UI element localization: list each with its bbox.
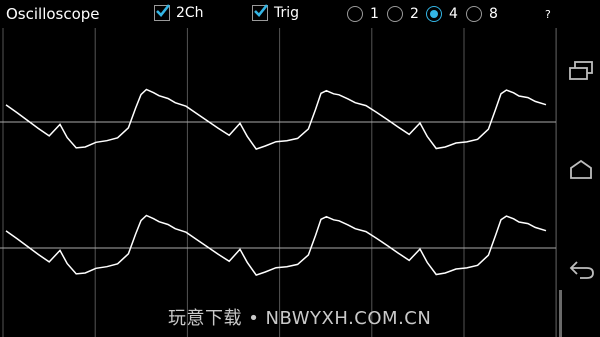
trigger-checkbox[interactable]: Trig — [252, 4, 300, 21]
channel-2-trace — [5, 214, 547, 276]
radio-icon — [347, 6, 363, 22]
app-title: Oscilloscope — [6, 5, 100, 23]
timebase-radio-1[interactable]: 1 — [347, 6, 379, 22]
two-channel-checkbox[interactable]: 2Ch — [154, 4, 204, 21]
timebase-radio-4[interactable]: 4 — [426, 6, 458, 22]
two-channel-label: 2Ch — [176, 5, 204, 21]
radio-icon — [466, 6, 482, 22]
checkbox-checked-icon — [252, 4, 269, 21]
toolbar: Oscilloscope 2Ch Trig 1 2 4 8 ? — [0, 0, 562, 28]
timebase-label-2: 2 — [410, 6, 419, 22]
navigation-bar — [562, 0, 600, 337]
back-icon[interactable] — [568, 258, 596, 286]
timebase-radio-2[interactable]: 2 — [387, 6, 419, 22]
timebase-label-8: 8 — [489, 6, 498, 22]
recent-apps-icon[interactable] — [568, 60, 594, 86]
watermark-text: 玩意下载 • NBWYXH.COM.CN — [168, 308, 432, 329]
radio-selected-icon — [426, 6, 442, 22]
trigger-label: Trig — [274, 5, 300, 21]
scope-display[interactable] — [0, 28, 560, 337]
timebase-label-1: 1 — [370, 6, 379, 22]
scope-grid — [2, 28, 557, 337]
help-button[interactable]: ? — [545, 8, 551, 21]
channel-1-trace — [5, 88, 547, 150]
checkbox-checked-icon — [154, 4, 171, 21]
timebase-radio-8[interactable]: 8 — [466, 6, 498, 22]
home-icon[interactable] — [568, 158, 594, 184]
radio-icon — [387, 6, 403, 22]
timebase-label-4: 4 — [449, 6, 458, 22]
